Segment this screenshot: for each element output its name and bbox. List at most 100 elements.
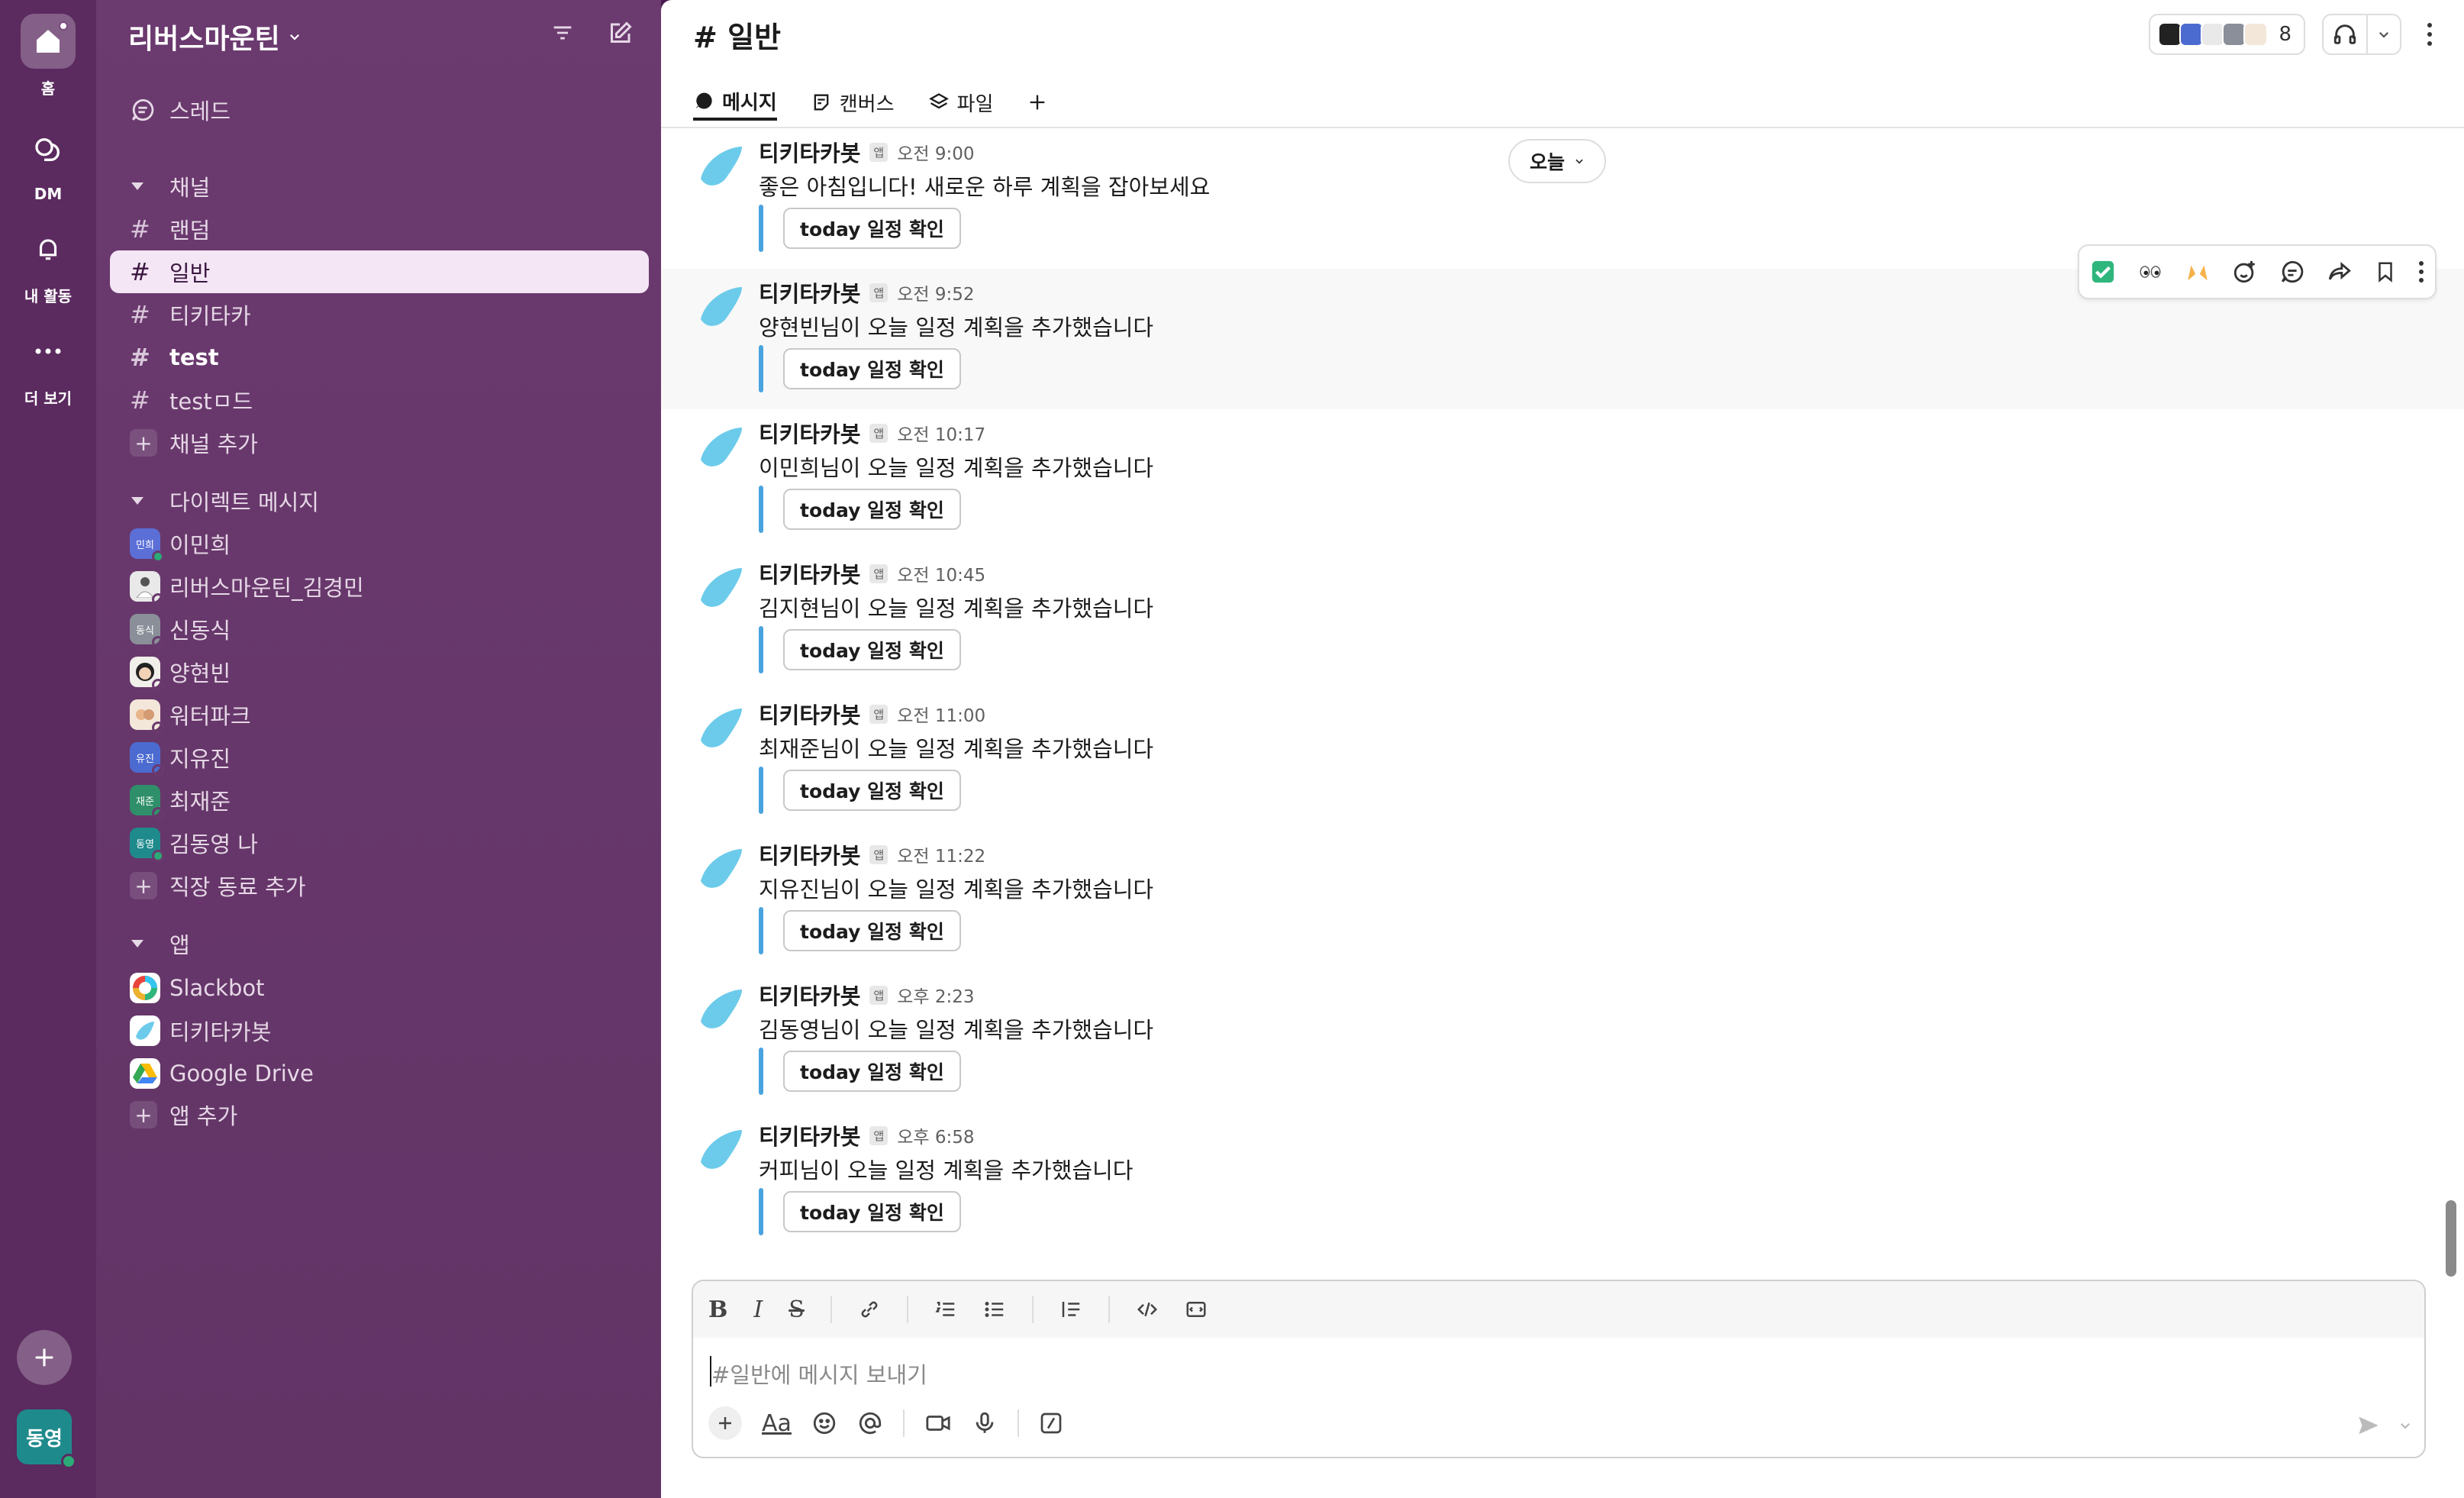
bot-avatar[interactable] xyxy=(693,139,748,194)
message-time[interactable]: 오전 9:00 xyxy=(897,139,974,165)
link-icon[interactable] xyxy=(858,1298,881,1321)
message-row[interactable]: 티키타카봇 앱 오전 11:00 최재준님이 오늘 일정 계획을 추가했습니다 … xyxy=(661,690,2464,831)
code-block-icon[interactable] xyxy=(1185,1298,1208,1321)
tab-files[interactable]: 파일 xyxy=(928,84,993,121)
message-row[interactable]: 티키타카봇 앱 오후 6:58 커피님이 오늘 일정 계획을 추가했습니다 to… xyxy=(661,1112,2464,1252)
bookmark-icon[interactable] xyxy=(2374,259,2397,285)
blockquote-icon[interactable] xyxy=(1059,1298,1082,1321)
chevron-down-icon[interactable] xyxy=(2398,1419,2412,1432)
bot-avatar[interactable] xyxy=(693,420,748,475)
bot-avatar[interactable] xyxy=(693,841,748,896)
add-channel-item[interactable]: + 채널 추가 xyxy=(110,421,649,464)
chevron-down-icon[interactable] xyxy=(2368,15,2400,53)
today-schedule-button[interactable]: today 일정 확인 xyxy=(783,489,961,530)
mention-icon[interactable] xyxy=(857,1410,883,1436)
formatting-toggle-icon[interactable]: Aa xyxy=(762,1410,792,1437)
add-coworker-item[interactable]: + 직장 동료 추가 xyxy=(110,864,649,907)
share-icon[interactable] xyxy=(2327,259,2353,285)
channel-item-random[interactable]: # 랜덤 xyxy=(110,208,649,250)
check-mark-emoji-icon[interactable] xyxy=(2090,259,2116,285)
code-icon[interactable] xyxy=(1136,1298,1159,1321)
message-row[interactable]: 티키타카봇 앱 오전 11:22 지유진님이 오늘 일정 계획을 추가했습니다 … xyxy=(661,831,2464,971)
dm-item[interactable]: 양현빈 xyxy=(110,651,649,693)
tab-canvas[interactable]: 캔버스 xyxy=(811,84,895,121)
sender-name[interactable]: 티키타카봇 xyxy=(759,838,860,870)
sender-name[interactable]: 티키타카봇 xyxy=(759,136,860,168)
add-app-item[interactable]: + 앱 추가 xyxy=(110,1093,649,1136)
add-reaction-icon[interactable] xyxy=(2232,259,2258,285)
attach-plus-icon[interactable] xyxy=(708,1406,742,1440)
microphone-icon[interactable] xyxy=(972,1410,998,1436)
rail-activity[interactable]: 내 활동 xyxy=(0,221,96,306)
slash-command-icon[interactable] xyxy=(1039,1411,1063,1435)
user-avatar[interactable]: 동영 xyxy=(17,1409,76,1469)
channel-item-tikitaka[interactable]: # 티키타카 xyxy=(110,293,649,336)
raised-hands-emoji-icon[interactable] xyxy=(2185,259,2211,285)
more-actions-icon[interactable] xyxy=(2418,260,2424,283)
today-schedule-button[interactable]: today 일정 확인 xyxy=(783,910,961,951)
message-time[interactable]: 오전 10:17 xyxy=(897,420,985,446)
dm-item[interactable]: 재준 최재준 xyxy=(110,779,649,822)
video-icon[interactable] xyxy=(924,1410,952,1436)
italic-icon[interactable]: I xyxy=(753,1296,763,1323)
message-time[interactable]: 오전 11:22 xyxy=(897,841,985,867)
dm-item-self[interactable]: 동영 김동영 나 xyxy=(110,822,649,864)
message-row[interactable]: 티키타카봇 앱 오전 10:17 이민희님이 오늘 일정 계획을 추가했습니다 … xyxy=(661,409,2464,550)
dm-item[interactable]: 민희 이민희 xyxy=(110,522,649,565)
dm-item[interactable]: 유진 지유진 xyxy=(110,736,649,779)
sender-name[interactable]: 티키타카봇 xyxy=(759,979,860,1011)
dm-item[interactable]: 워터파크 xyxy=(110,693,649,736)
app-item-slackbot[interactable]: Slackbot xyxy=(110,967,649,1009)
dm-section-toggle[interactable]: 다이렉트 메시지 xyxy=(110,479,649,522)
today-schedule-button[interactable]: today 일정 확인 xyxy=(783,1051,961,1092)
members-button[interactable]: 8 xyxy=(2149,14,2305,55)
workspace-menu[interactable]: 리버스마운틴 xyxy=(128,17,302,56)
rail-more[interactable]: 더 보기 xyxy=(0,324,96,408)
filter-icon[interactable] xyxy=(550,20,576,47)
compose-icon[interactable] xyxy=(606,20,634,47)
sender-name[interactable]: 티키타카봇 xyxy=(759,276,860,308)
channel-title[interactable]: # 일반 xyxy=(693,14,781,56)
kebab-menu-icon[interactable] xyxy=(2418,22,2441,47)
dm-item[interactable]: 리버스마운틴_김경민 xyxy=(110,565,649,608)
sender-name[interactable]: 티키타카봇 xyxy=(759,698,860,730)
bot-avatar[interactable] xyxy=(693,982,748,1037)
today-schedule-button[interactable]: today 일정 확인 xyxy=(783,629,961,670)
rail-dm[interactable]: DM xyxy=(0,122,96,203)
emoji-icon[interactable] xyxy=(811,1410,837,1436)
bot-avatar[interactable] xyxy=(693,279,748,334)
add-workspace-button[interactable] xyxy=(17,1330,72,1385)
message-row[interactable]: 티키타카봇 앱 오후 2:23 김동영님이 오늘 일정 계획을 추가했습니다 t… xyxy=(661,971,2464,1112)
message-input[interactable]: #일반에 메시지 보내기 xyxy=(711,1358,927,1390)
sender-name[interactable]: 티키타카봇 xyxy=(759,557,860,589)
eyes-emoji-icon[interactable] xyxy=(2137,259,2163,285)
channels-section-toggle[interactable]: 채널 xyxy=(110,165,649,208)
message-time[interactable]: 오후 2:23 xyxy=(897,982,974,1008)
today-schedule-button[interactable]: today 일정 확인 xyxy=(783,1191,961,1232)
reply-thread-icon[interactable] xyxy=(2279,259,2305,285)
bullet-list-icon[interactable] xyxy=(983,1298,1006,1321)
message-time[interactable]: 오전 10:45 xyxy=(897,560,985,586)
today-schedule-button[interactable]: today 일정 확인 xyxy=(783,348,961,389)
strikethrough-icon[interactable]: S xyxy=(789,1296,805,1323)
channel-item-test[interactable]: # test xyxy=(110,336,649,379)
today-schedule-button[interactable]: today 일정 확인 xyxy=(783,770,961,811)
bot-avatar[interactable] xyxy=(693,1122,748,1177)
date-divider-button[interactable]: 오늘 xyxy=(1508,139,1607,183)
bot-avatar[interactable] xyxy=(693,701,748,756)
message-row[interactable]: 티키타카봇 앱 오전 10:45 김지현님이 오늘 일정 계획을 추가했습니다 … xyxy=(661,550,2464,690)
bot-avatar[interactable] xyxy=(693,560,748,615)
bold-icon[interactable]: B xyxy=(708,1296,727,1323)
message-time[interactable]: 오전 11:00 xyxy=(897,701,985,727)
app-item-google-drive[interactable]: Google Drive xyxy=(110,1052,649,1095)
message-time[interactable]: 오전 9:52 xyxy=(897,279,974,305)
dm-item[interactable]: 동식 신동식 xyxy=(110,608,649,651)
message-time[interactable]: 오후 6:58 xyxy=(897,1122,974,1148)
add-tab-button[interactable] xyxy=(1027,84,1048,121)
channel-item-testmode[interactable]: # testㅁ드 xyxy=(110,379,649,421)
rail-home[interactable]: 홈 xyxy=(0,14,96,98)
app-item-tikitaka-bot[interactable]: 티키타카봇 xyxy=(110,1009,649,1052)
apps-section-toggle[interactable]: 앱 xyxy=(110,922,649,965)
sender-name[interactable]: 티키타카봇 xyxy=(759,417,860,449)
scrollbar[interactable] xyxy=(2446,1200,2456,1277)
